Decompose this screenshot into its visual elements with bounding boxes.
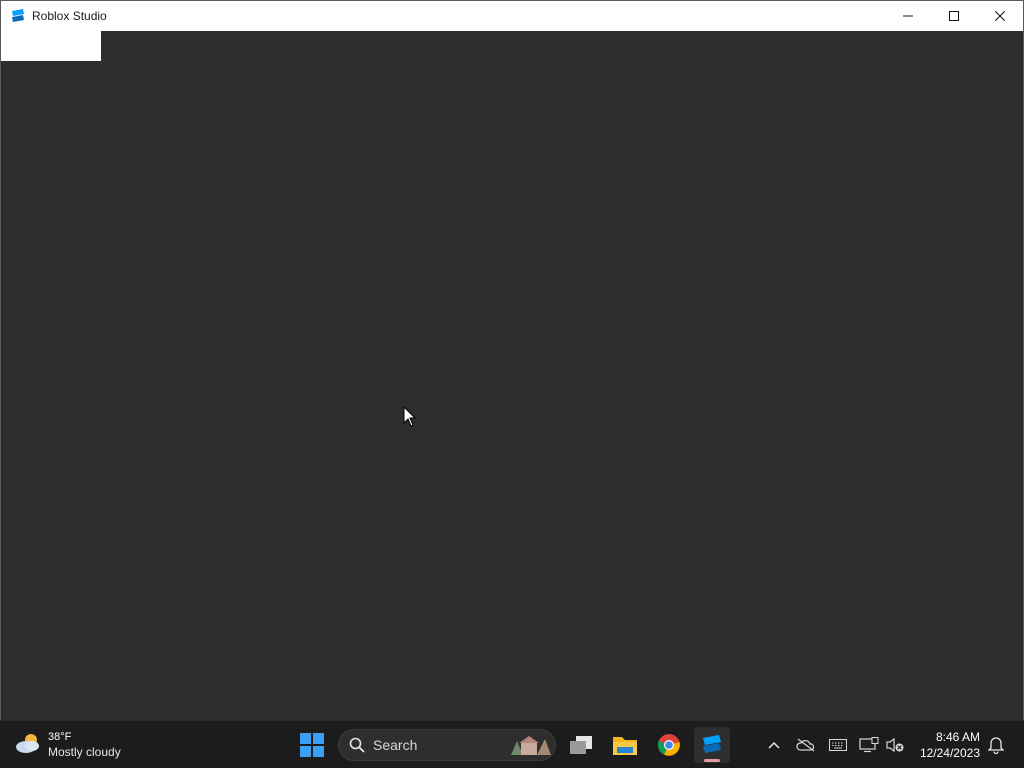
maximize-icon (949, 11, 959, 21)
clock-time: 8:46 AM (935, 730, 980, 744)
start-icon (300, 733, 324, 757)
chevron-up-icon (768, 741, 780, 749)
window-title: Roblox Studio (32, 9, 107, 23)
minimize-icon (903, 15, 913, 17)
file-explorer-icon (613, 737, 637, 755)
partly-cloudy-icon (14, 731, 42, 760)
task-view-icon (570, 736, 592, 754)
display-button[interactable] (857, 733, 881, 757)
chrome-button[interactable] (651, 727, 687, 763)
search-icon (349, 737, 365, 753)
roblox-studio-icon (703, 735, 721, 753)
file-explorer-button[interactable] (607, 727, 643, 763)
start-button[interactable] (296, 729, 328, 761)
keyboard-button[interactable] (826, 733, 850, 757)
weather-temperature: 38°F (48, 731, 72, 743)
notification-bell-icon (988, 737, 1004, 754)
show-hidden-icons-button[interactable] (762, 733, 786, 757)
display-icon (859, 737, 879, 753)
notifications-button[interactable] (984, 733, 1008, 757)
weather-widget[interactable]: 38°F Mostly cloudy (14, 725, 121, 765)
close-button[interactable] (977, 1, 1023, 31)
weather-condition: Mostly cloudy (48, 745, 121, 759)
search-highlight-icon (507, 733, 553, 762)
chrome-icon (657, 734, 680, 756)
roblox-studio-taskbar-button[interactable] (694, 727, 730, 763)
taskbar: 38°F Mostly cloudy Search 8:46 AM 12/24/… (0, 720, 1024, 768)
title-bar[interactable]: Roblox Studio (1, 1, 1023, 31)
roblox-studio-icon (10, 8, 26, 24)
clock-date: 12/24/2023 (919, 746, 980, 760)
window-controls (885, 1, 1023, 31)
taskbar-search[interactable]: Search (338, 729, 556, 761)
speaker-muted-icon (886, 737, 904, 753)
minimize-button[interactable] (885, 1, 931, 31)
onedrive-button[interactable] (794, 733, 818, 757)
keyboard-icon (829, 739, 847, 751)
mouse-pointer-icon (403, 405, 417, 433)
task-view-button[interactable] (563, 727, 599, 763)
close-icon (995, 11, 1005, 21)
studio-canvas[interactable] (1, 61, 1023, 720)
search-label: Search (373, 737, 418, 753)
volume-button[interactable] (883, 733, 907, 757)
loading-panel (1, 31, 101, 61)
onedrive-off-icon (796, 738, 815, 752)
active-app-indicator (704, 759, 720, 762)
roblox-studio-window: Roblox Studio (0, 0, 1024, 720)
taskbar-clock[interactable]: 8:46 AM 12/24/2023 (920, 729, 980, 761)
maximize-button[interactable] (931, 1, 977, 31)
